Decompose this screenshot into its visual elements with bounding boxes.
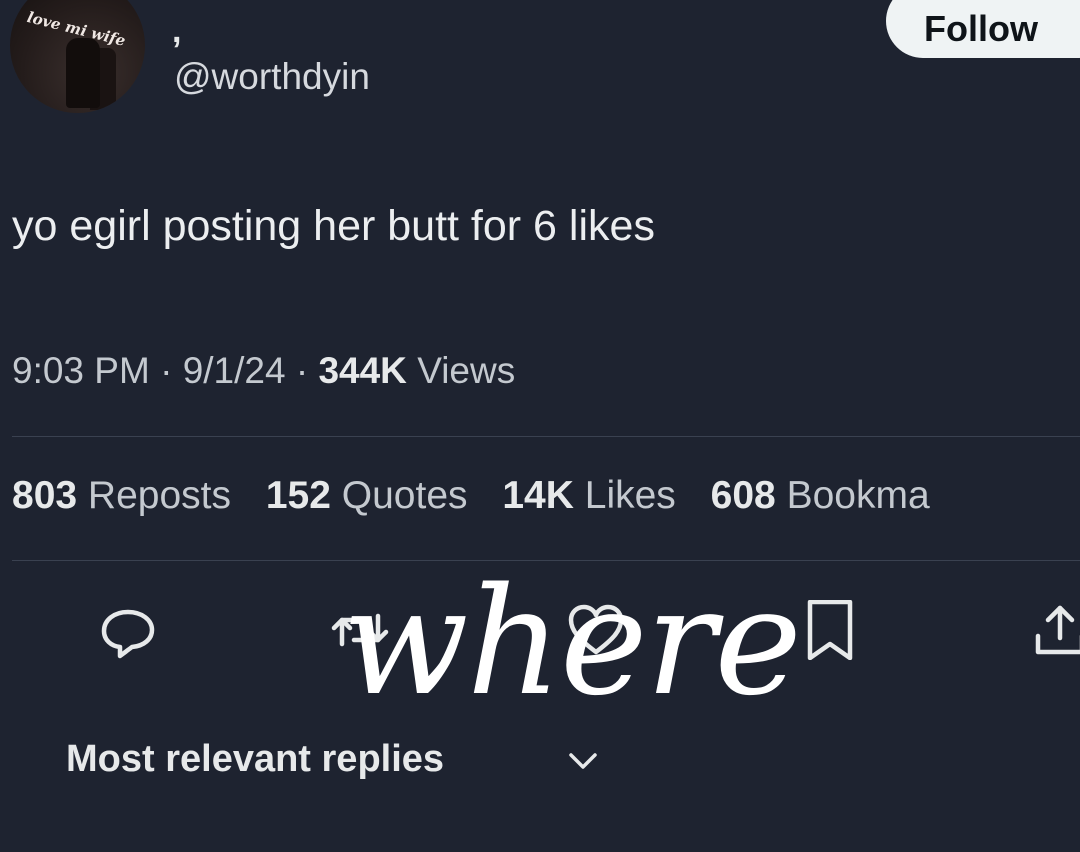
bookmark-button[interactable] bbox=[800, 599, 860, 661]
stat-reposts[interactable]: 803 Reposts bbox=[12, 474, 231, 517]
reply-button[interactable] bbox=[98, 600, 158, 660]
user-handle[interactable]: @worthdyin bbox=[174, 56, 370, 98]
bookmark-icon bbox=[807, 599, 853, 661]
stat-label: Reposts bbox=[87, 474, 231, 517]
tweet-text: yo egirl posting her butt for 6 likes bbox=[12, 202, 655, 250]
stat-count: 608 bbox=[710, 474, 776, 517]
views-count: 344K bbox=[318, 350, 407, 391]
stat-quotes[interactable]: 152 Quotes bbox=[266, 474, 468, 517]
stat-bookmarks[interactable]: 608 Bookma bbox=[711, 474, 930, 517]
stat-label: Likes bbox=[584, 474, 676, 517]
avatar[interactable]: love mi wife bbox=[10, 0, 145, 113]
replies-sort-dropdown[interactable] bbox=[566, 744, 600, 778]
stat-label: Quotes bbox=[341, 474, 468, 517]
share-button[interactable] bbox=[1030, 600, 1080, 660]
display-name[interactable]: , bbox=[172, 12, 181, 51]
tweet-meta: 9:03 PM · 9/1/24 · 344K Views bbox=[12, 350, 515, 392]
replies-sort-label[interactable]: Most relevant replies bbox=[66, 738, 444, 781]
engagement-stats: 803 Reposts 152 Quotes 14K Likes 608 Boo… bbox=[12, 474, 954, 518]
share-icon bbox=[1035, 605, 1080, 655]
tweet-time[interactable]: 9:03 PM bbox=[12, 350, 150, 391]
follow-button[interactable]: Follow bbox=[886, 0, 1080, 58]
avatar-figure bbox=[66, 38, 100, 108]
stat-count: 14K bbox=[502, 474, 574, 517]
stat-count: 152 bbox=[265, 474, 331, 517]
chevron-down-icon bbox=[569, 753, 597, 769]
stat-label: Bookma bbox=[786, 474, 930, 517]
views-label: Views bbox=[417, 350, 516, 391]
overlay-caption: where bbox=[342, 556, 802, 728]
tweet-date[interactable]: 9/1/24 bbox=[183, 350, 286, 391]
stat-likes[interactable]: 14K Likes bbox=[502, 474, 675, 517]
meta-separator: · bbox=[160, 350, 173, 391]
reply-icon bbox=[101, 609, 155, 659]
divider bbox=[12, 436, 1080, 437]
stat-count: 803 bbox=[12, 474, 78, 517]
meta-separator: · bbox=[295, 350, 309, 391]
